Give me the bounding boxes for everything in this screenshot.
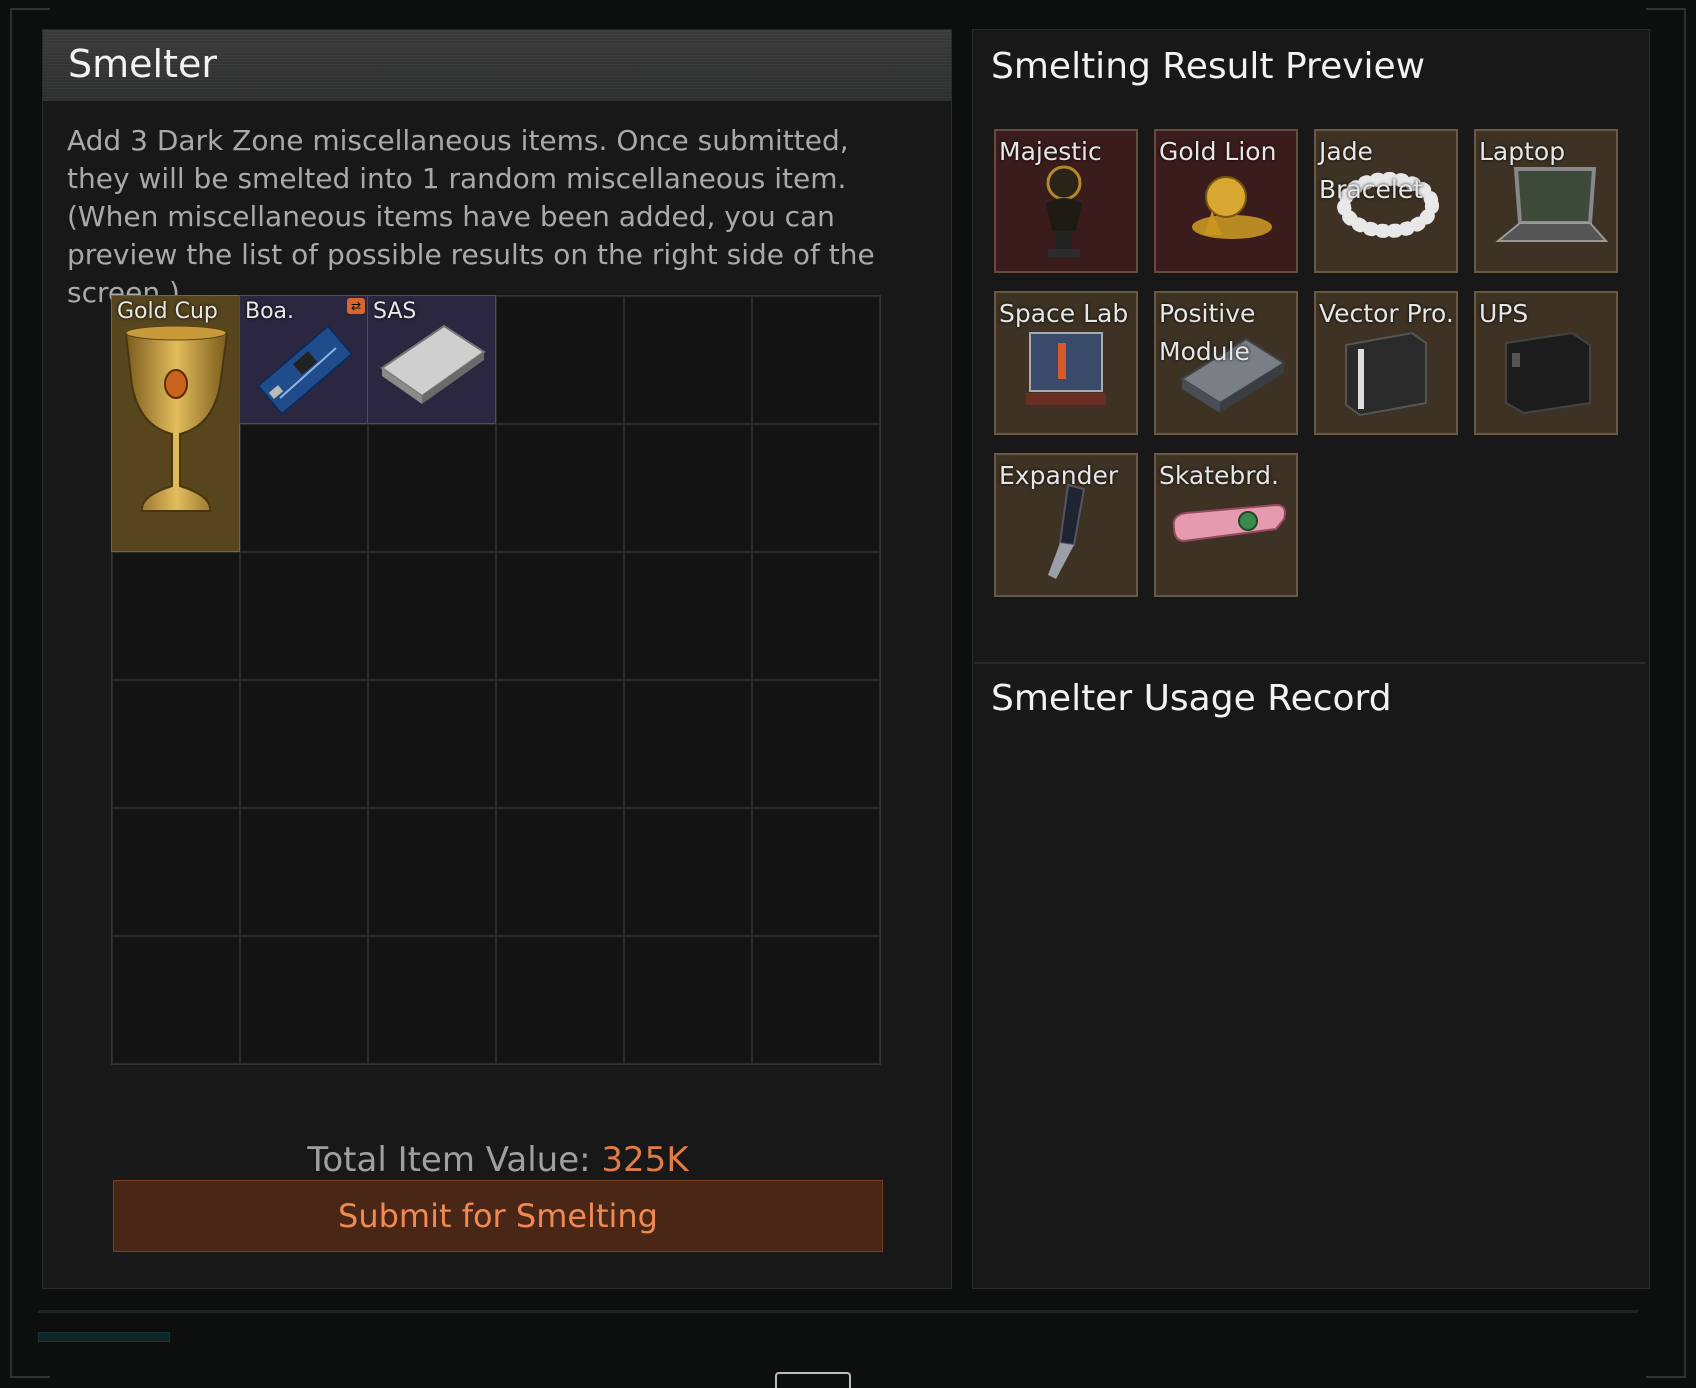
grid-cell[interactable]	[496, 552, 624, 680]
grid-cell[interactable]	[752, 808, 880, 936]
smelter-title: Smelter	[68, 42, 217, 86]
hard-drive-icon	[380, 324, 486, 404]
circuit-board-icon	[256, 324, 354, 416]
inventory-item-gold-cup[interactable]: Gold Cup	[111, 295, 240, 552]
grid-cell[interactable]	[624, 936, 752, 1064]
grid-cell[interactable]	[624, 424, 752, 552]
smelter-header: Smelter	[43, 30, 951, 101]
frame-corner	[1646, 8, 1686, 10]
vector-processor-icon	[1345, 331, 1427, 417]
result-item-ups[interactable]: UPS	[1474, 291, 1618, 435]
frame-corner	[1646, 1376, 1686, 1378]
grid-cell[interactable]	[624, 552, 752, 680]
frame-corner	[10, 8, 50, 10]
gold-lion-icon	[1192, 176, 1272, 239]
ups-icon	[1505, 331, 1591, 415]
grid-cell[interactable]	[112, 680, 240, 808]
grid-cell[interactable]	[112, 808, 240, 936]
result-item-vector-pro[interactable]: Vector Pro.	[1314, 291, 1458, 435]
inventory-item-sas[interactable]: SAS	[367, 295, 496, 424]
hoverboard-icon	[1172, 503, 1286, 543]
result-item-positive-module[interactable]: Positive Module	[1154, 291, 1298, 435]
grid-cell[interactable]	[368, 552, 496, 680]
grid-cell[interactable]	[496, 808, 624, 936]
bust-statue-icon	[1046, 165, 1082, 257]
laptop-icon	[1495, 167, 1609, 242]
grid-cell[interactable]	[240, 552, 368, 680]
grid-cell[interactable]	[240, 808, 368, 936]
grid-cell[interactable]	[752, 936, 880, 1064]
result-item-jade-bracelet[interactable]: Jade Bracelet	[1314, 129, 1458, 273]
result-item-majestic[interactable]: Majestic	[994, 129, 1138, 273]
smelter-panel: Smelter Add 3 Dark Zone miscellaneous it…	[42, 29, 952, 1289]
grid-cell[interactable]	[368, 936, 496, 1064]
result-item-laptop[interactable]: Laptop	[1474, 129, 1618, 273]
grid-cell[interactable]	[496, 424, 624, 552]
usage-record-title: Smelter Usage Record	[991, 678, 1392, 719]
preview-title: Smelting Result Preview	[991, 46, 1426, 87]
grid-cell[interactable]	[752, 296, 880, 424]
submit-smelting-button[interactable]: Submit for Smelting	[113, 1180, 883, 1252]
grid-cell[interactable]	[240, 424, 368, 552]
expander-icon	[1048, 483, 1086, 579]
preview-panel: Smelting Result Preview Majestic Gold Li…	[972, 29, 1650, 1289]
total-item-value: Total Item Value: 325K	[43, 1140, 953, 1180]
grid-cell[interactable]	[496, 680, 624, 808]
total-label: Total Item Value:	[307, 1140, 591, 1180]
grid-cell[interactable]	[496, 936, 624, 1064]
space-lab-kit-icon	[1026, 332, 1106, 405]
section-divider	[975, 662, 1645, 664]
result-item-skatebrd[interactable]: Skatebrd.	[1154, 453, 1298, 597]
grid-cell[interactable]	[112, 936, 240, 1064]
grid-cell[interactable]	[752, 680, 880, 808]
smelter-description: Add 3 Dark Zone miscellaneous items. Onc…	[67, 124, 875, 309]
grid-cell[interactable]	[752, 424, 880, 552]
grid-cell[interactable]	[624, 680, 752, 808]
grid-cell[interactable]	[752, 552, 880, 680]
grid-cell[interactable]	[624, 296, 752, 424]
grid-cell[interactable]	[240, 680, 368, 808]
grid-cell[interactable]	[240, 936, 368, 1064]
grid-cell[interactable]	[368, 808, 496, 936]
total-value: 325K	[601, 1140, 689, 1180]
result-label: Jade Bracelet	[1319, 137, 1424, 204]
gold-cup-icon	[124, 325, 229, 512]
result-item-gold-lion[interactable]: Gold Lion	[1154, 129, 1298, 273]
status-indicator	[38, 1332, 170, 1342]
result-label: Positive Module	[1159, 299, 1256, 366]
grid-cell[interactable]	[496, 296, 624, 424]
grid-cell[interactable]	[368, 680, 496, 808]
bottom-bar	[38, 1310, 1638, 1313]
grid-cell[interactable]	[112, 552, 240, 680]
grid-cell[interactable]	[624, 808, 752, 936]
frame-corner	[10, 1376, 50, 1378]
result-item-space-lab[interactable]: Space Lab	[994, 291, 1138, 435]
result-item-expander[interactable]: Expander	[994, 453, 1138, 597]
inventory-item-board[interactable]: Boa. ⇄	[239, 295, 368, 424]
grid-cell[interactable]	[368, 424, 496, 552]
